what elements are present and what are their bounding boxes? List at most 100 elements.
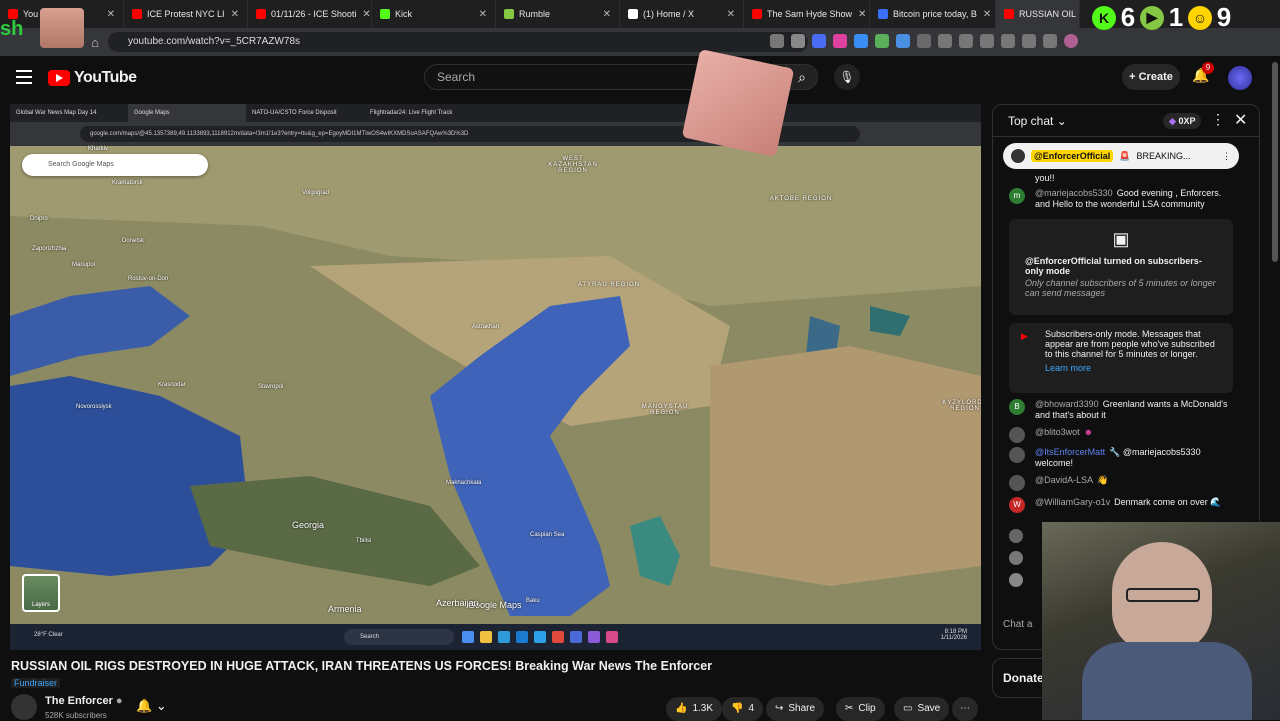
pinned-more-icon[interactable]: ⋮	[1222, 151, 1231, 162]
bookmark-star-icon[interactable]	[791, 34, 805, 48]
message-author[interactable]: @mariejacobs5330	[1035, 188, 1113, 198]
map-search-input[interactable]: Search Google Maps	[22, 154, 208, 176]
extension-icon[interactable]	[896, 34, 910, 48]
more-actions-button[interactable]: ⋯	[952, 697, 978, 721]
folder-icon[interactable]	[480, 631, 492, 643]
app-icon[interactable]	[498, 631, 510, 643]
tab-close-icon[interactable]: ✕	[852, 9, 866, 20]
extensions-puzzle-icon[interactable]	[938, 34, 952, 48]
map-label-city: Krasnodar	[158, 382, 186, 388]
extension-icon[interactable]	[833, 34, 847, 48]
chat-avatar[interactable]: W	[1009, 497, 1025, 513]
chat-avatar[interactable]: m	[1009, 188, 1025, 204]
search-icon: ⌕	[798, 69, 806, 85]
chat-avatar[interactable]	[1009, 573, 1023, 587]
app-icon[interactable]	[588, 631, 600, 643]
app-icon[interactable]	[570, 631, 582, 643]
browser-tab[interactable]: The Sam Hyde Show ✕	[744, 0, 870, 28]
browser-tab[interactable]: Bitcoin price today, B ✕	[870, 0, 996, 28]
tab-favicon-icon	[628, 9, 638, 19]
chat-avatar[interactable]	[1009, 447, 1025, 463]
learn-more-link[interactable]: Learn more	[1045, 363, 1217, 373]
map-layers-button[interactable]: Layers	[22, 574, 60, 612]
browser-tab[interactable]: ICE Protest NYC LI ✕	[124, 0, 248, 28]
tab-close-icon[interactable]: ✕	[597, 9, 611, 20]
message-author[interactable]: @blito3wot	[1035, 427, 1080, 437]
tab-label: (1) Home / X	[643, 9, 695, 19]
browser-tab[interactable]: 01/11/26 - ICE Shooti ✕	[248, 0, 372, 28]
message-author[interactable]: @bhoward3390	[1035, 399, 1099, 409]
mail-icon[interactable]	[516, 631, 528, 643]
chrome-icon[interactable]	[552, 631, 564, 643]
tab-close-icon[interactable]: ✕	[356, 9, 370, 20]
share-button[interactable]: ↪ Share	[766, 697, 825, 721]
subscriber-mode-card: ▣ @EnforcerOfficial turned on subscriber…	[1009, 219, 1233, 315]
history-icon[interactable]	[959, 34, 973, 48]
wave-emoji-icon: 👋	[1097, 475, 1109, 485]
app-icon[interactable]	[462, 631, 474, 643]
profile-avatar[interactable]	[1064, 34, 1078, 48]
page-scrollbar[interactable]	[1272, 62, 1278, 262]
donate-label[interactable]: Donate	[1003, 671, 1044, 685]
install-icon[interactable]	[770, 34, 784, 48]
extension-icon[interactable]	[917, 34, 931, 48]
channel-name[interactable]: The Enforcer ●	[45, 695, 123, 707]
chat-avatar[interactable]	[1009, 475, 1025, 491]
chat-avatar[interactable]	[1009, 551, 1023, 565]
map-label-region: WEST KAZAKHSTAN REGION	[548, 156, 598, 174]
map-label-city: Dnipro	[30, 216, 48, 222]
dislike-button[interactable]: 👎 4	[722, 697, 764, 721]
app-icon[interactable]	[534, 631, 546, 643]
browser-tab[interactable]: (1) Home / X ✕	[620, 0, 744, 28]
tab-close-icon[interactable]: ✕	[1076, 9, 1079, 20]
tab-close-icon[interactable]: ✕	[721, 9, 735, 20]
tab-favicon-icon	[878, 9, 888, 19]
browser-tab[interactable]: Rumble ✕	[496, 0, 620, 28]
message-author[interactable]: @DavidA-LSA	[1035, 475, 1093, 485]
map-label-city: Rostov-on-Don	[128, 276, 169, 282]
browser-tab[interactable]: RUSSIAN OIL✕	[996, 0, 1080, 28]
hamburger-menu-icon[interactable]	[16, 70, 32, 84]
chat-avatar[interactable]	[1009, 427, 1025, 443]
pinned-message[interactable]: @EnforcerOfficial 🚨 BREAKING... ⋮	[1003, 143, 1239, 169]
account-avatar[interactable]	[1228, 66, 1252, 90]
chat-close-icon[interactable]: ✕	[1234, 110, 1247, 130]
clip-button[interactable]: ✂ Clip	[836, 697, 885, 721]
devtools-icon[interactable]	[1001, 34, 1015, 48]
taskbar-search[interactable]: Search	[344, 629, 454, 645]
browser-tab[interactable]: Kick ✕	[372, 0, 496, 28]
chat-avatar-stack	[1009, 529, 1023, 587]
create-button[interactable]: + Create	[1122, 64, 1180, 90]
url-field[interactable]: youtube.com/watch?v=_5CR7AZW78s	[108, 32, 808, 52]
chat-avatar[interactable]: B	[1009, 399, 1025, 415]
tab-close-icon[interactable]: ✕	[101, 9, 115, 20]
app-icon[interactable]	[606, 631, 618, 643]
channel-avatar[interactable]	[11, 694, 37, 720]
tab-close-icon[interactable]: ✕	[977, 9, 991, 20]
chat-message: @ItsEnforcerMatt 🔧 @mariejacobs5330 welco…	[1009, 447, 1237, 469]
streamer-body	[1082, 642, 1252, 720]
extension-icon[interactable]	[812, 34, 826, 48]
sidepanel-icon[interactable]	[1022, 34, 1036, 48]
tab-close-icon[interactable]: ✕	[473, 9, 487, 20]
menu-icon[interactable]	[1043, 34, 1057, 48]
xp-value: 0XP	[1178, 116, 1196, 126]
message-author[interactable]: @WilliamGary-o1v	[1035, 497, 1110, 507]
fundraiser-link[interactable]: Fundraiser	[11, 678, 61, 688]
save-button[interactable]: ▭ Save	[894, 697, 950, 721]
home-icon[interactable]: ⌂	[84, 31, 106, 53]
video-player[interactable]: Global War News Map Day 14 Google Maps NAT…	[10, 104, 981, 650]
subscription-bell-button[interactable]: 🔔 ⌄	[136, 698, 180, 720]
chat-more-icon[interactable]: ⋮	[1211, 111, 1225, 128]
like-button[interactable]: 👍 1.3K	[666, 697, 723, 721]
xp-badge[interactable]: ◆ 0XP	[1163, 113, 1202, 129]
message-author[interactable]: @ItsEnforcerMatt	[1035, 447, 1105, 457]
extension-icon[interactable]	[875, 34, 889, 48]
extension-icon[interactable]	[854, 34, 868, 48]
chat-mode-selector[interactable]: Top chat ⌄	[1008, 114, 1067, 128]
tab-close-icon[interactable]: ✕	[225, 9, 239, 20]
downloads-icon[interactable]	[980, 34, 994, 48]
youtube-logo[interactable]: YouTube	[48, 69, 137, 87]
chat-avatar[interactable]	[1009, 529, 1023, 543]
voice-search-button[interactable]: 🎙	[834, 64, 860, 90]
